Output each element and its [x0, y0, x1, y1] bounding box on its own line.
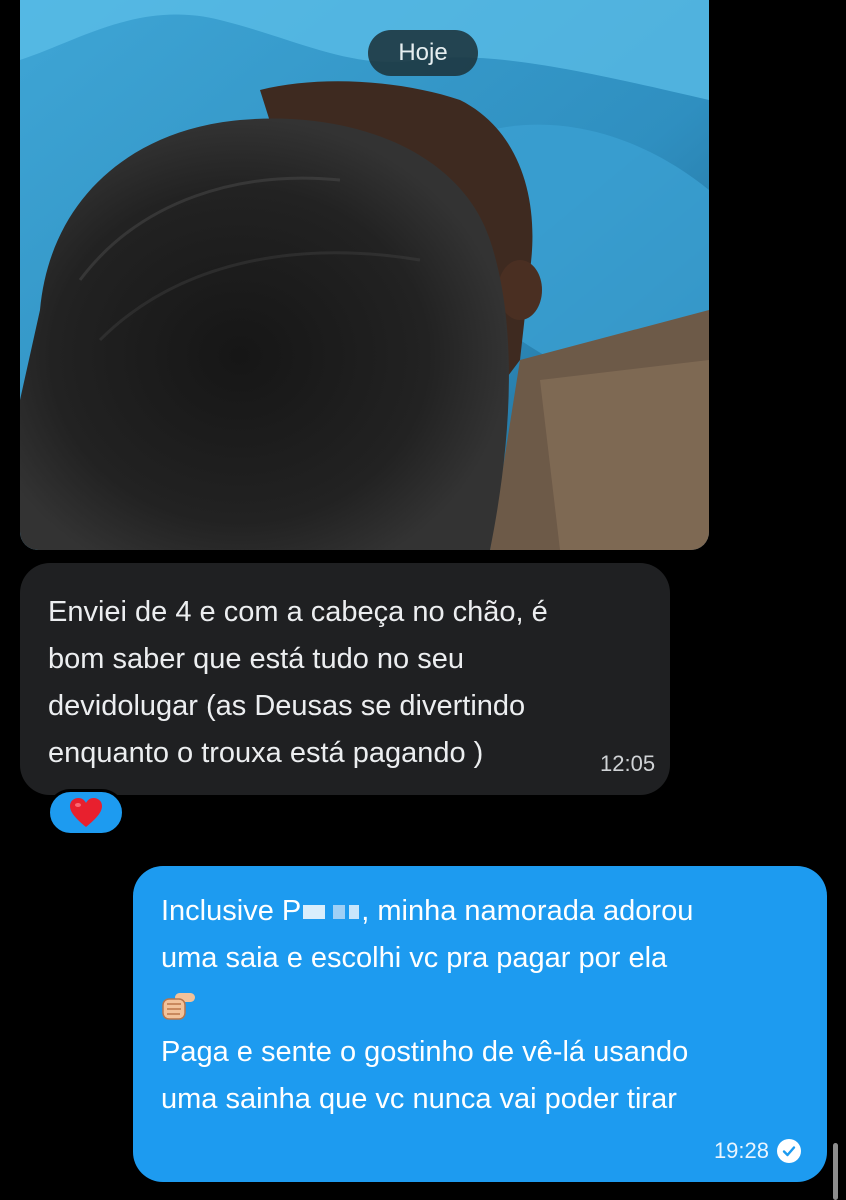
photo-image: [20, 0, 709, 550]
read-check-icon: [777, 1139, 801, 1163]
message-text: , minha namorada adorou: [361, 895, 694, 927]
message-timestamp: 19:28: [713, 1138, 769, 1163]
media-photo[interactable]: [20, 0, 709, 550]
sent-message-bubble[interactable]: Inclusive P , minha namorada adorou uma s…: [133, 866, 827, 1182]
message-text-line: Enviei de 4 e com a cabeça no chão, é: [48, 596, 548, 628]
scrollbar[interactable]: [833, 1143, 838, 1200]
message-meta: 19:28: [714, 1138, 801, 1164]
redaction-block: [333, 905, 346, 920]
redaction-block: [349, 905, 360, 920]
pointing-finger-icon: [162, 992, 195, 1020]
redaction-block: [303, 905, 326, 920]
received-message-bubble[interactable]: Enviei de 4 e com a cabeça no chão, é bo…: [20, 563, 670, 795]
heart-icon: [70, 797, 102, 827]
message-timestamp: 12:05: [600, 751, 656, 776]
message-text: Inclusive P: [161, 895, 302, 927]
message-text-line: Inclusive P , minha namorada adorou: [161, 888, 801, 935]
chat-screen: Hoje Enviei de 4 e com a cabeça no chão,…: [0, 0, 846, 1200]
message-text-line: bom saber que está tudo no seu: [48, 643, 464, 675]
message-text-line: enquanto o trouxa está pagando ): [48, 737, 484, 769]
message-text-line: uma sainha que vc nunca vai poder tirar: [161, 1083, 677, 1115]
message-text-line: Paga e sente o gostinho de vê-lá usando: [161, 1036, 689, 1068]
message-text-line: devidolugar (as Deusas se divertindo: [48, 690, 526, 722]
message-emoji-line: [161, 982, 801, 1029]
heart-reaction[interactable]: [47, 789, 125, 836]
message-text-line: uma saia e escolhi vc pra pagar por ela: [161, 942, 668, 974]
date-separator: Hoje: [368, 30, 478, 76]
